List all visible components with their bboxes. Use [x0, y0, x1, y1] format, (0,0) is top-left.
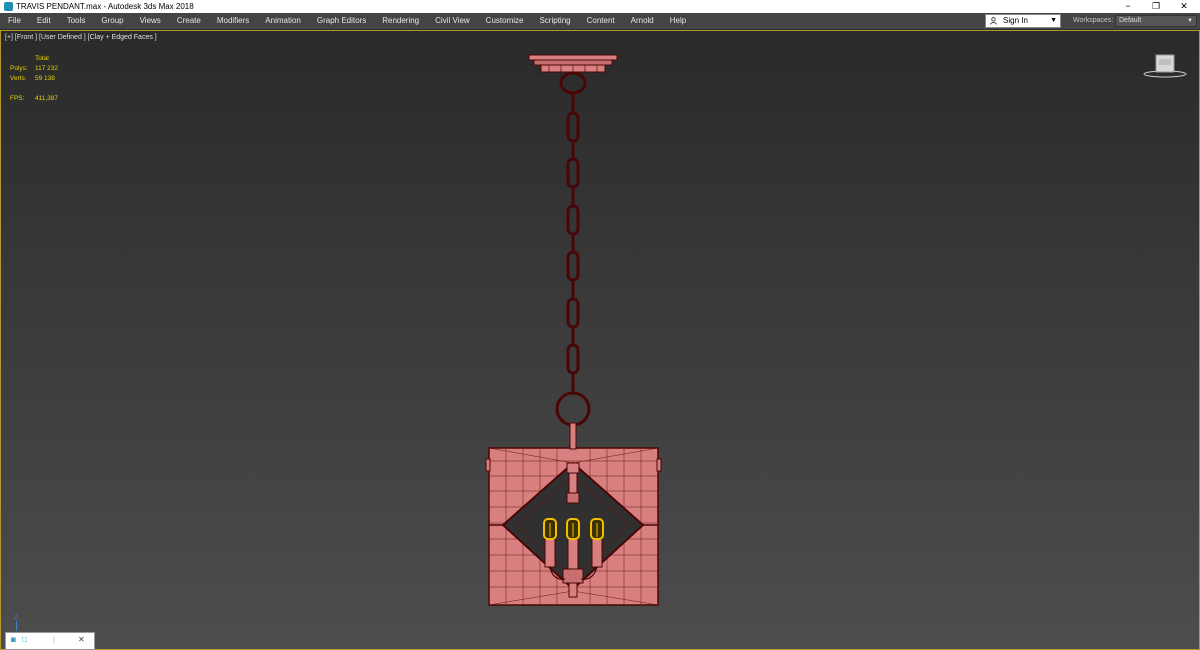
ceiling-canopy[interactable]	[528, 54, 618, 73]
close-button[interactable]: ✕	[1170, 0, 1198, 13]
mini-listener-box[interactable]: ◙ □ | ✕	[5, 632, 95, 650]
sign-in-label: Sign In	[1003, 16, 1028, 25]
axis-tripod-icon: Z	[14, 615, 18, 631]
sign-in-dropdown[interactable]: Sign In ▼	[985, 14, 1061, 28]
menu-help[interactable]: Help	[662, 13, 694, 29]
front-viewport[interactable]: [+] [Front ] [User Defined ] [Clay + Edg…	[0, 30, 1200, 650]
restore-button[interactable]: ❐	[1142, 0, 1170, 13]
menu-rendering[interactable]: Rendering	[374, 13, 427, 29]
divider-icon: |	[53, 635, 56, 644]
app-icon	[4, 2, 13, 11]
menu-civil-view[interactable]: Civil View	[427, 13, 478, 29]
axis-z-line	[16, 621, 17, 631]
listener-icon: ◙	[11, 635, 16, 644]
workspace-value: Default	[1119, 17, 1142, 24]
menu-content[interactable]: Content	[579, 13, 623, 29]
title-bar: TRAVIS PENDANT.max - Autodesk 3ds Max 20…	[0, 0, 1200, 13]
pendant-model[interactable]	[1, 31, 1200, 650]
menu-arnold[interactable]: Arnold	[623, 13, 662, 29]
menu-file[interactable]: File	[0, 13, 29, 29]
axis-z-label: Z	[14, 615, 18, 621]
minimize-button[interactable]: −	[1114, 0, 1142, 13]
menu-graph-editors[interactable]: Graph Editors	[309, 13, 374, 29]
bulbs[interactable]	[543, 518, 604, 540]
menu-create[interactable]: Create	[169, 13, 209, 29]
menu-scripting[interactable]: Scripting	[531, 13, 578, 29]
menu-animation[interactable]: Animation	[257, 13, 309, 29]
chain[interactable]	[555, 71, 591, 427]
menu-views[interactable]: Views	[132, 13, 169, 29]
workspace-select[interactable]: Default ▼	[1115, 15, 1197, 27]
user-icon	[990, 17, 997, 25]
menu-bar: File Edit Tools Group Views Create Modif…	[0, 13, 1200, 30]
window-title: TRAVIS PENDANT.max - Autodesk 3ds Max 20…	[16, 2, 194, 11]
menu-group[interactable]: Group	[93, 13, 131, 29]
close-icon[interactable]: ✕	[78, 635, 85, 644]
menu-edit[interactable]: Edit	[29, 13, 59, 29]
menu-tools[interactable]: Tools	[59, 13, 94, 29]
menu-modifiers[interactable]: Modifiers	[209, 13, 257, 29]
chevron-down-icon: ▼	[1050, 17, 1057, 24]
workspaces-label: Workspaces:	[1073, 17, 1114, 24]
listener-window-icon: □	[22, 635, 27, 644]
menu-items: File Edit Tools Group Views Create Modif…	[0, 13, 694, 29]
menu-customize[interactable]: Customize	[478, 13, 532, 29]
chevron-down-icon: ▼	[1187, 18, 1193, 24]
